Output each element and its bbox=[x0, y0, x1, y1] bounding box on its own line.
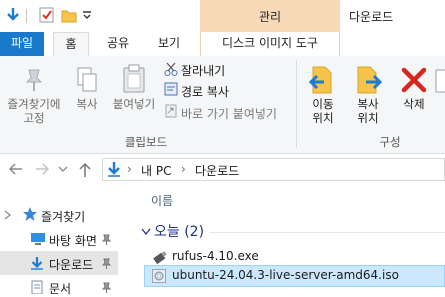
copy-icon[interactable] bbox=[74, 66, 100, 94]
group-divider bbox=[210, 232, 445, 233]
organize-group-label: 구성 bbox=[379, 135, 401, 149]
pinned-icon bbox=[101, 258, 112, 269]
copy-to-label-line2: 위치 bbox=[357, 111, 379, 125]
group-header-today[interactable]: 오늘 (2) bbox=[154, 221, 204, 241]
rename-icon[interactable] bbox=[434, 66, 445, 110]
tab-disk-image-tools[interactable]: 디스크 이미지 도구 bbox=[200, 32, 340, 56]
expand-chevron-icon[interactable] bbox=[4, 209, 12, 223]
pinned-icon bbox=[101, 234, 112, 245]
delete-button[interactable]: 삭제 bbox=[394, 97, 434, 111]
file-name: rufus-4.10.exe bbox=[172, 249, 259, 263]
move-to-icon[interactable] bbox=[308, 64, 338, 96]
paste-shortcut-button[interactable]: 바로 가기 붙여넣기 bbox=[181, 105, 277, 122]
context-group-label: 관리 bbox=[258, 10, 282, 24]
back-arrow-icon[interactable] bbox=[8, 162, 24, 180]
scissors-icon[interactable] bbox=[164, 62, 178, 76]
properties-icon[interactable] bbox=[38, 6, 56, 24]
downloads-icon bbox=[30, 256, 44, 270]
nav-top-spacer bbox=[3, 190, 4, 191]
ribbon-group-separator bbox=[296, 60, 297, 148]
copy-path-icon[interactable] bbox=[164, 82, 178, 96]
group-collapse-icon[interactable] bbox=[141, 225, 151, 239]
copy-to-button[interactable]: 복사 위치 bbox=[346, 97, 390, 125]
paste-button[interactable]: 붙여넣기 bbox=[107, 97, 161, 111]
pinned-icon bbox=[101, 282, 112, 293]
forward-arrow-icon[interactable] bbox=[34, 162, 50, 180]
copy-to-icon[interactable] bbox=[354, 64, 384, 96]
nav-desktop[interactable]: 바탕 화면 bbox=[49, 232, 97, 249]
paste-shortcut-icon[interactable] bbox=[164, 104, 178, 118]
new-folder-icon[interactable] bbox=[60, 6, 78, 24]
move-to-label-line2: 위치 bbox=[312, 111, 334, 125]
desktop-icon bbox=[30, 232, 46, 246]
recent-locations-icon[interactable] bbox=[58, 163, 68, 178]
qat-dropdown-icon[interactable] bbox=[78, 6, 96, 24]
breadcrumb-downloads[interactable]: 다운로드 bbox=[195, 162, 239, 179]
copy-button[interactable]: 복사 bbox=[70, 97, 104, 111]
pin-icon[interactable] bbox=[20, 66, 48, 94]
file-name: ubuntu-24.04.3-live-server-amd64.iso bbox=[172, 268, 399, 282]
move-to-button[interactable]: 이동 위치 bbox=[302, 97, 344, 125]
window-title: 다운로드 bbox=[349, 10, 394, 24]
tab-home[interactable]: 홈 bbox=[53, 32, 89, 57]
copy-to-label-line1: 복사 bbox=[357, 97, 379, 111]
delete-icon[interactable] bbox=[400, 66, 428, 94]
tab-view[interactable]: 보기 bbox=[146, 32, 192, 56]
column-header-name[interactable]: 이름 bbox=[151, 192, 173, 209]
documents-icon bbox=[30, 280, 44, 295]
qat-divider bbox=[26, 9, 27, 23]
breadcrumb-this-pc[interactable]: 내 PC bbox=[141, 162, 171, 179]
nav-quick-access[interactable]: 즐겨찾기 bbox=[41, 208, 85, 225]
move-to-label-line1: 이동 bbox=[312, 97, 334, 111]
usb-app-icon bbox=[152, 249, 168, 265]
paste-icon[interactable] bbox=[120, 64, 148, 94]
download-location-icon bbox=[106, 161, 122, 177]
copy-path-button[interactable]: 경로 복사 bbox=[181, 83, 229, 100]
tab-share[interactable]: 공유 bbox=[98, 32, 138, 56]
up-arrow-icon[interactable] bbox=[78, 162, 92, 182]
cut-button[interactable]: 잘라내기 bbox=[181, 62, 225, 79]
breadcrumb-separator: › bbox=[127, 162, 132, 176]
pin-to-quick-access-button[interactable]: 즐겨찾기에 고정 bbox=[0, 97, 68, 125]
nav-documents[interactable]: 문서 bbox=[49, 280, 71, 297]
pin-label-line2: 고정 bbox=[23, 111, 45, 125]
tab-file[interactable]: 파일 bbox=[0, 32, 44, 56]
pin-label-line1: 즐겨찾기에 bbox=[7, 97, 61, 111]
breadcrumb-separator: › bbox=[181, 162, 186, 176]
disc-image-icon bbox=[151, 268, 167, 284]
star-icon bbox=[22, 206, 38, 222]
clipboard-group-label: 클립보드 bbox=[124, 135, 168, 149]
nav-downloads[interactable]: 다운로드 bbox=[49, 256, 93, 273]
save-icon[interactable] bbox=[4, 6, 22, 24]
